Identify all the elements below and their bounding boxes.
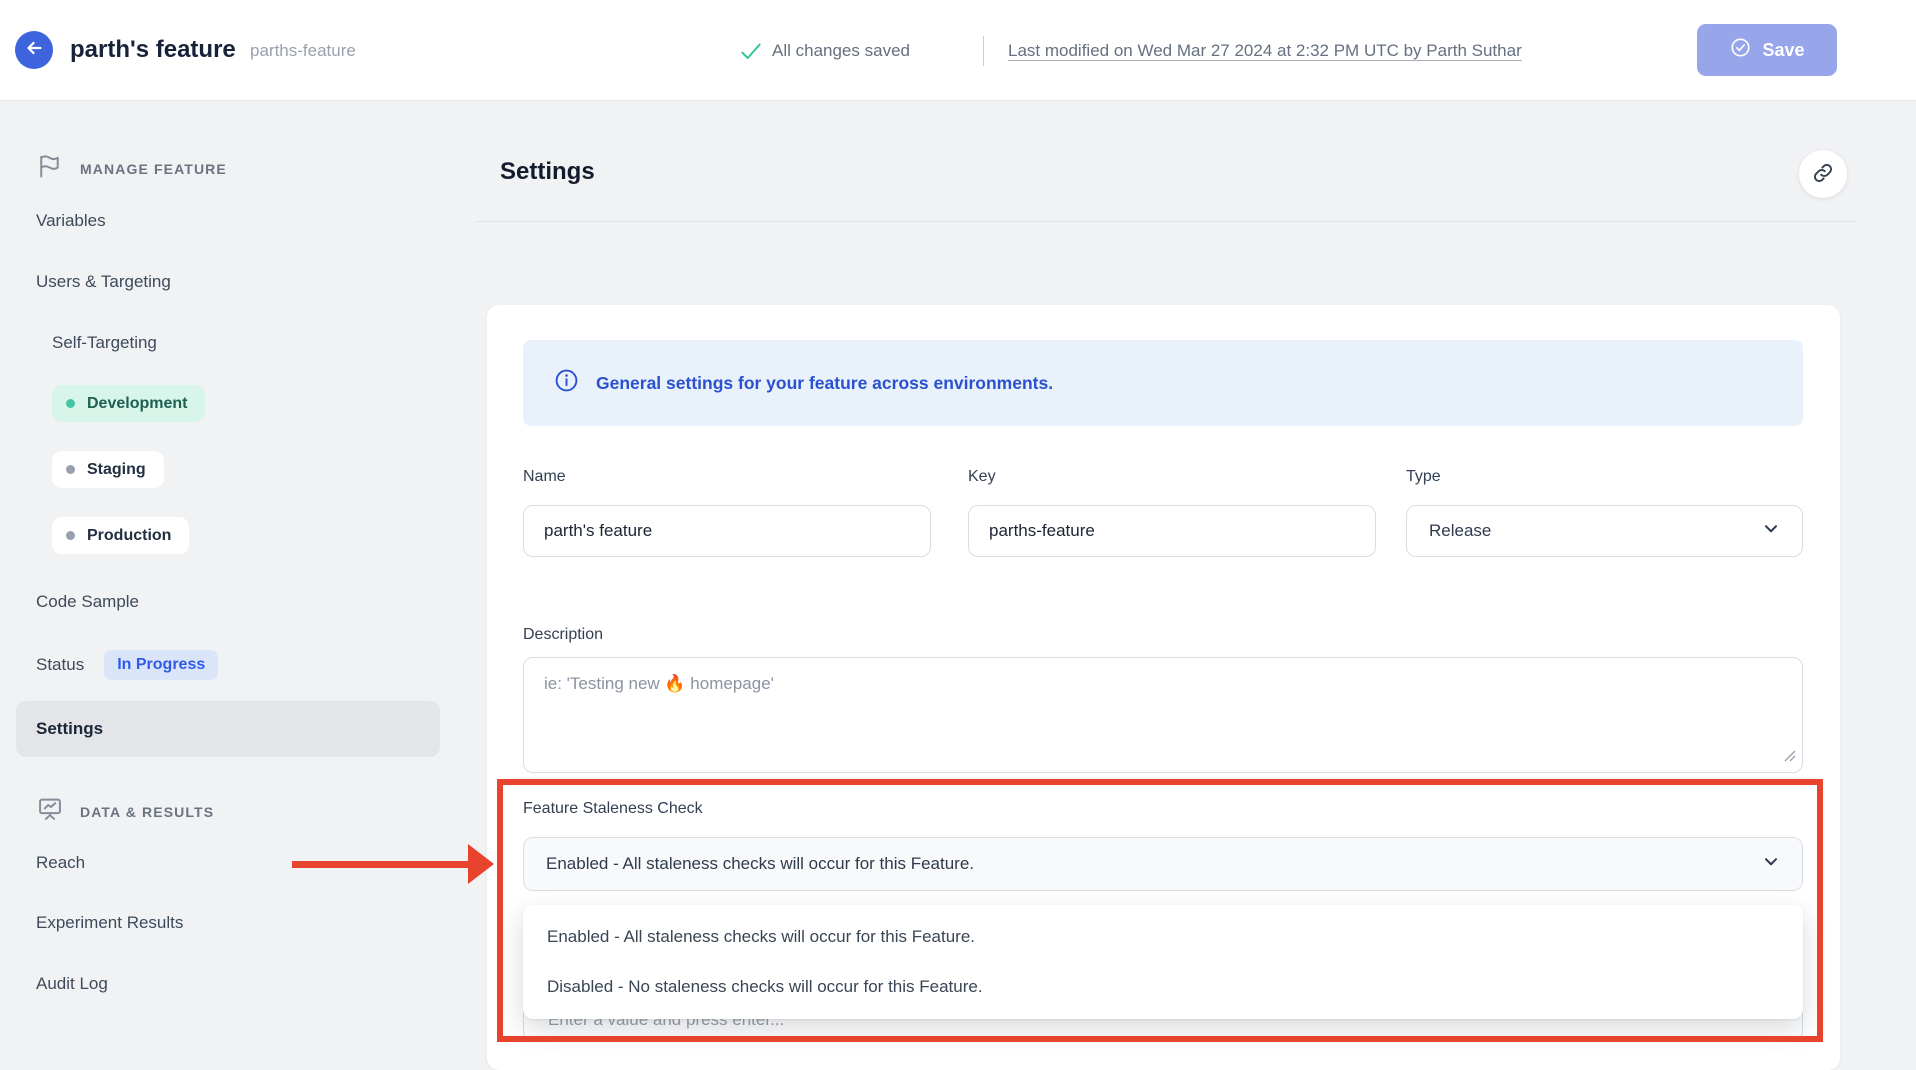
key-input[interactable] (968, 505, 1376, 557)
sidebar-item-variables[interactable]: Variables (36, 209, 106, 233)
sidebar-env-development[interactable]: Development (52, 385, 205, 422)
copy-link-button[interactable] (1799, 150, 1847, 198)
type-selected-value: Release (1429, 521, 1491, 541)
type-label: Type (1406, 468, 1441, 486)
chevron-down-icon (1760, 851, 1782, 878)
staleness-dropdown-menu: Enabled - All staleness checks will occu… (523, 905, 1803, 1019)
flag-icon (36, 152, 64, 185)
save-button-label: Save (1762, 40, 1804, 61)
page-title: Settings (500, 158, 595, 186)
top-header: parth's feature parths-feature All chang… (0, 0, 1916, 101)
development-status-dot (66, 399, 75, 408)
header-divider (983, 36, 984, 66)
settings-card: General settings for your feature across… (487, 305, 1840, 1070)
key-label: Key (968, 468, 996, 486)
info-banner: General settings for your feature across… (523, 340, 1803, 426)
status-badge[interactable]: In Progress (104, 650, 218, 680)
sidebar-item-reach[interactable]: Reach (36, 851, 85, 875)
link-icon (1811, 161, 1835, 188)
save-check-icon (1729, 36, 1752, 64)
name-input[interactable] (523, 505, 931, 557)
sidebar-item-code-sample[interactable]: Code Sample (36, 590, 139, 614)
feature-title: parth's feature (70, 36, 236, 64)
settings-band-divider (475, 221, 1856, 222)
description-label: Description (523, 626, 603, 644)
feature-key: parths-feature (250, 41, 356, 61)
status-label: Status (36, 655, 84, 675)
sidebar-item-users-targeting[interactable]: Users & Targeting (36, 270, 171, 294)
staleness-option-enabled[interactable]: Enabled - All staleness checks will occu… (523, 912, 1803, 962)
sidebar-item-settings[interactable]: Settings (16, 701, 440, 757)
sidebar-env-staging[interactable]: Staging (52, 451, 164, 488)
type-select[interactable]: Release (1406, 505, 1803, 557)
staleness-selected-value: Enabled - All staleness checks will occu… (546, 854, 974, 874)
back-button[interactable] (15, 31, 53, 69)
name-label: Name (523, 468, 566, 486)
saved-status-text: All changes saved (772, 41, 910, 61)
production-label: Production (87, 527, 171, 545)
staleness-option-disabled[interactable]: Disabled - No staleness checks will occu… (523, 962, 1803, 1012)
info-banner-text: General settings for your feature across… (596, 373, 1053, 394)
sidebar-item-audit-log[interactable]: Audit Log (36, 972, 108, 996)
production-status-dot (66, 531, 75, 540)
sidebar-env-production[interactable]: Production (52, 517, 189, 554)
staging-status-dot (66, 465, 75, 474)
presentation-chart-icon (36, 795, 64, 828)
save-button[interactable]: Save (1697, 24, 1837, 76)
last-modified-link[interactable]: Last modified on Wed Mar 27 2024 at 2:32… (1008, 41, 1522, 61)
chevron-down-icon (1760, 518, 1782, 545)
annotation-arrow-line (292, 861, 470, 868)
staleness-select[interactable]: Enabled - All staleness checks will occu… (523, 837, 1803, 891)
sidebar-item-self-targeting[interactable]: Self-Targeting (52, 331, 157, 355)
sidebar-item-experiment-results[interactable]: Experiment Results (36, 911, 183, 935)
development-label: Development (87, 395, 187, 413)
staleness-label: Feature Staleness Check (523, 800, 703, 818)
saved-check-icon (738, 38, 764, 69)
section-manage-feature-label: MANAGE FEATURE (80, 161, 227, 177)
section-data-results: DATA & RESULTS (36, 795, 214, 828)
section-data-results-label: DATA & RESULTS (80, 804, 214, 820)
back-arrow-icon (23, 37, 45, 64)
settings-label: Settings (36, 719, 103, 739)
sidebar-status-row: Status In Progress (36, 650, 218, 680)
section-manage-feature: MANAGE FEATURE (36, 152, 227, 185)
info-icon (553, 367, 580, 399)
staging-label: Staging (87, 461, 146, 479)
description-textarea[interactable] (523, 657, 1803, 773)
